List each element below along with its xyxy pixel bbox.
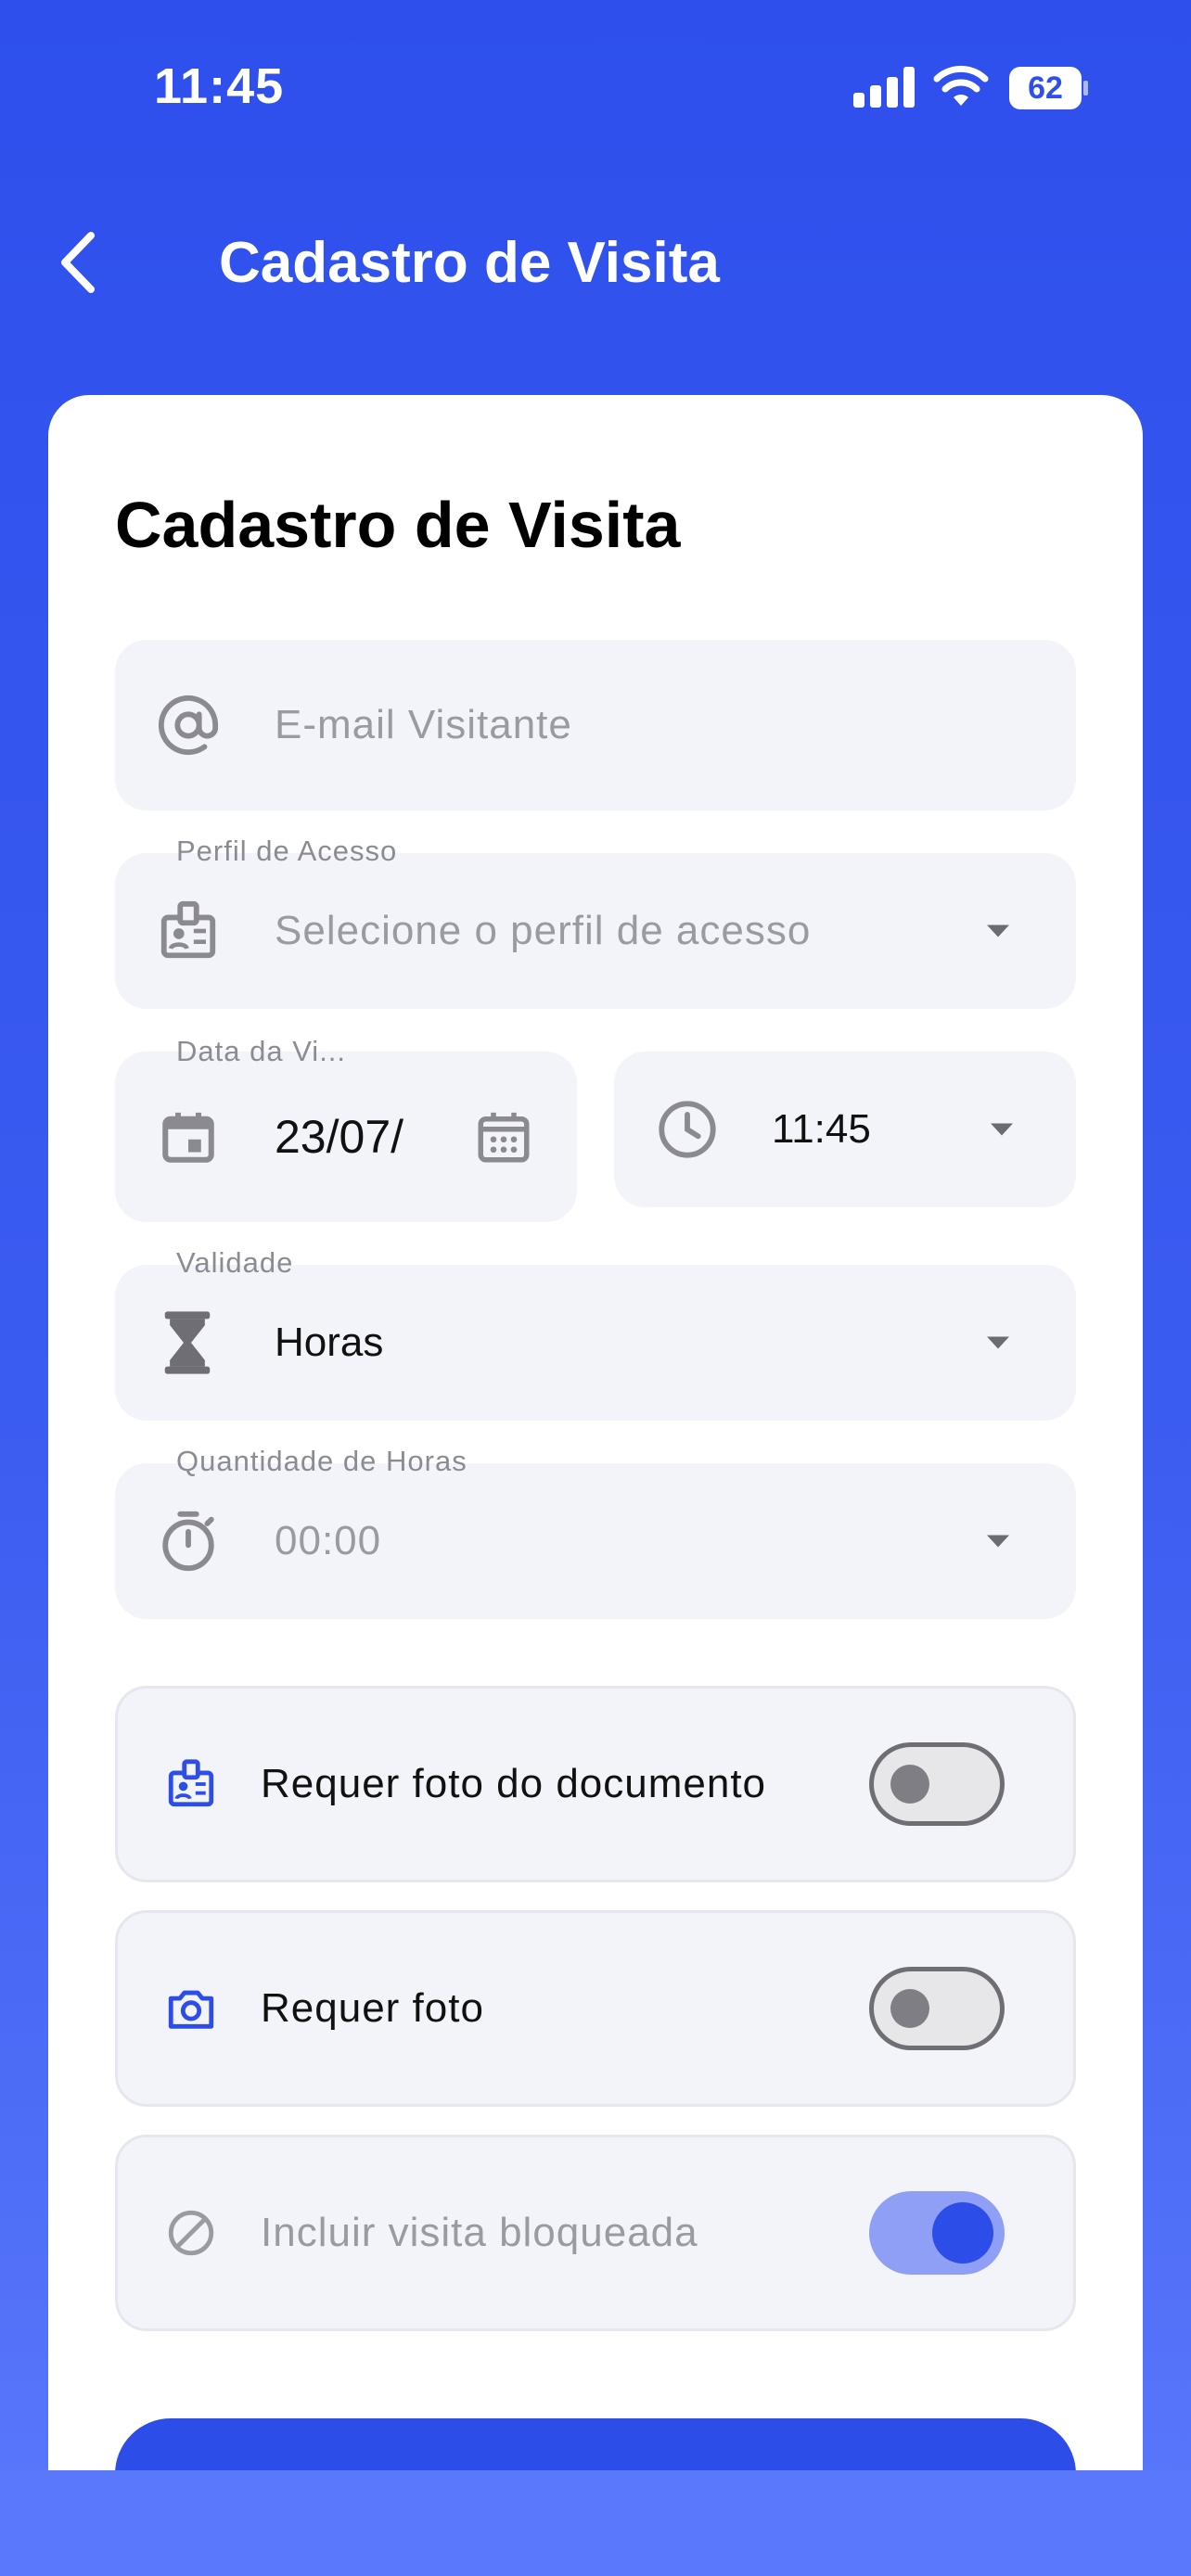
document-photo-switch[interactable] (869, 1742, 1005, 1826)
quantidade-placeholder: 00:00 (275, 1518, 382, 1563)
toggle-row-blocked-visit[interactable]: Incluir visita bloqueada (115, 2135, 1076, 2331)
camera-icon (168, 1990, 214, 2029)
status-bar: 11:45 62 (0, 0, 1191, 176)
id-badge-icon (168, 1759, 214, 1807)
toggle-row-document-photo[interactable]: Requer foto do documento (115, 1686, 1076, 1882)
toggle-row-photo[interactable]: Requer foto (115, 1910, 1076, 2107)
quantidade-select[interactable]: 00:00 (115, 1463, 1076, 1619)
date-field[interactable]: 23/07/ (115, 1052, 577, 1222)
bottom-background (0, 2470, 1191, 2576)
battery-level: 62 (1028, 70, 1063, 106)
clock-icon (659, 1101, 716, 1158)
calendar-icon (162, 1112, 214, 1163)
hourglass-icon (164, 1311, 211, 1374)
at-sign-icon (158, 695, 219, 756)
photo-switch[interactable] (869, 1967, 1005, 2050)
toggle-label: Requer foto do documento (261, 1761, 767, 1806)
email-field[interactable]: E-mail Visitante (115, 640, 1076, 810)
id-badge-icon (160, 900, 216, 959)
signal-icon (853, 67, 916, 108)
wifi-icon (933, 65, 989, 106)
form-card: Cadastro de Visita E-mail Visitante Sele… (48, 395, 1143, 2576)
toggle-label: Incluir visita bloqueada (261, 2210, 698, 2255)
email-placeholder: E-mail Visitante (275, 702, 572, 747)
perfil-placeholder: Selecione o perfil de acesso (275, 908, 812, 953)
date-value: 23/07/ (275, 1111, 404, 1163)
battery-icon: 62 (1009, 67, 1088, 109)
time-value: 11:45 (772, 1106, 871, 1152)
stopwatch-icon (162, 1511, 214, 1572)
validade-select[interactable]: Horas (115, 1265, 1076, 1421)
dropdown-caret-icon (987, 1336, 1009, 1349)
validade-value: Horas (275, 1320, 384, 1365)
status-time: 11:45 (154, 58, 285, 114)
validade-label: Validade (176, 1246, 294, 1279)
toggle-label: Requer foto (261, 1985, 484, 2031)
perfil-label: Perfil de Acesso (176, 835, 398, 867)
back-button[interactable] (58, 223, 113, 302)
chevron-left-icon (61, 232, 95, 293)
dropdown-caret-icon (991, 1123, 1013, 1136)
calendar-grid-icon[interactable] (473, 1106, 534, 1167)
blocked-visit-switch[interactable] (869, 2191, 1005, 2275)
quantidade-label: Quantidade de Horas (176, 1445, 467, 1477)
card-title: Cadastro de Visita (115, 489, 681, 561)
header-title: Cadastro de Visita (219, 231, 720, 295)
blocked-icon (168, 2210, 214, 2256)
time-select[interactable]: 11:45 (614, 1052, 1076, 1207)
dropdown-caret-icon (987, 925, 1009, 937)
perfil-select[interactable]: Selecione o perfil de acesso (115, 853, 1076, 1009)
dropdown-caret-icon (987, 1535, 1009, 1548)
date-label: Data da Vi... (176, 1035, 347, 1067)
